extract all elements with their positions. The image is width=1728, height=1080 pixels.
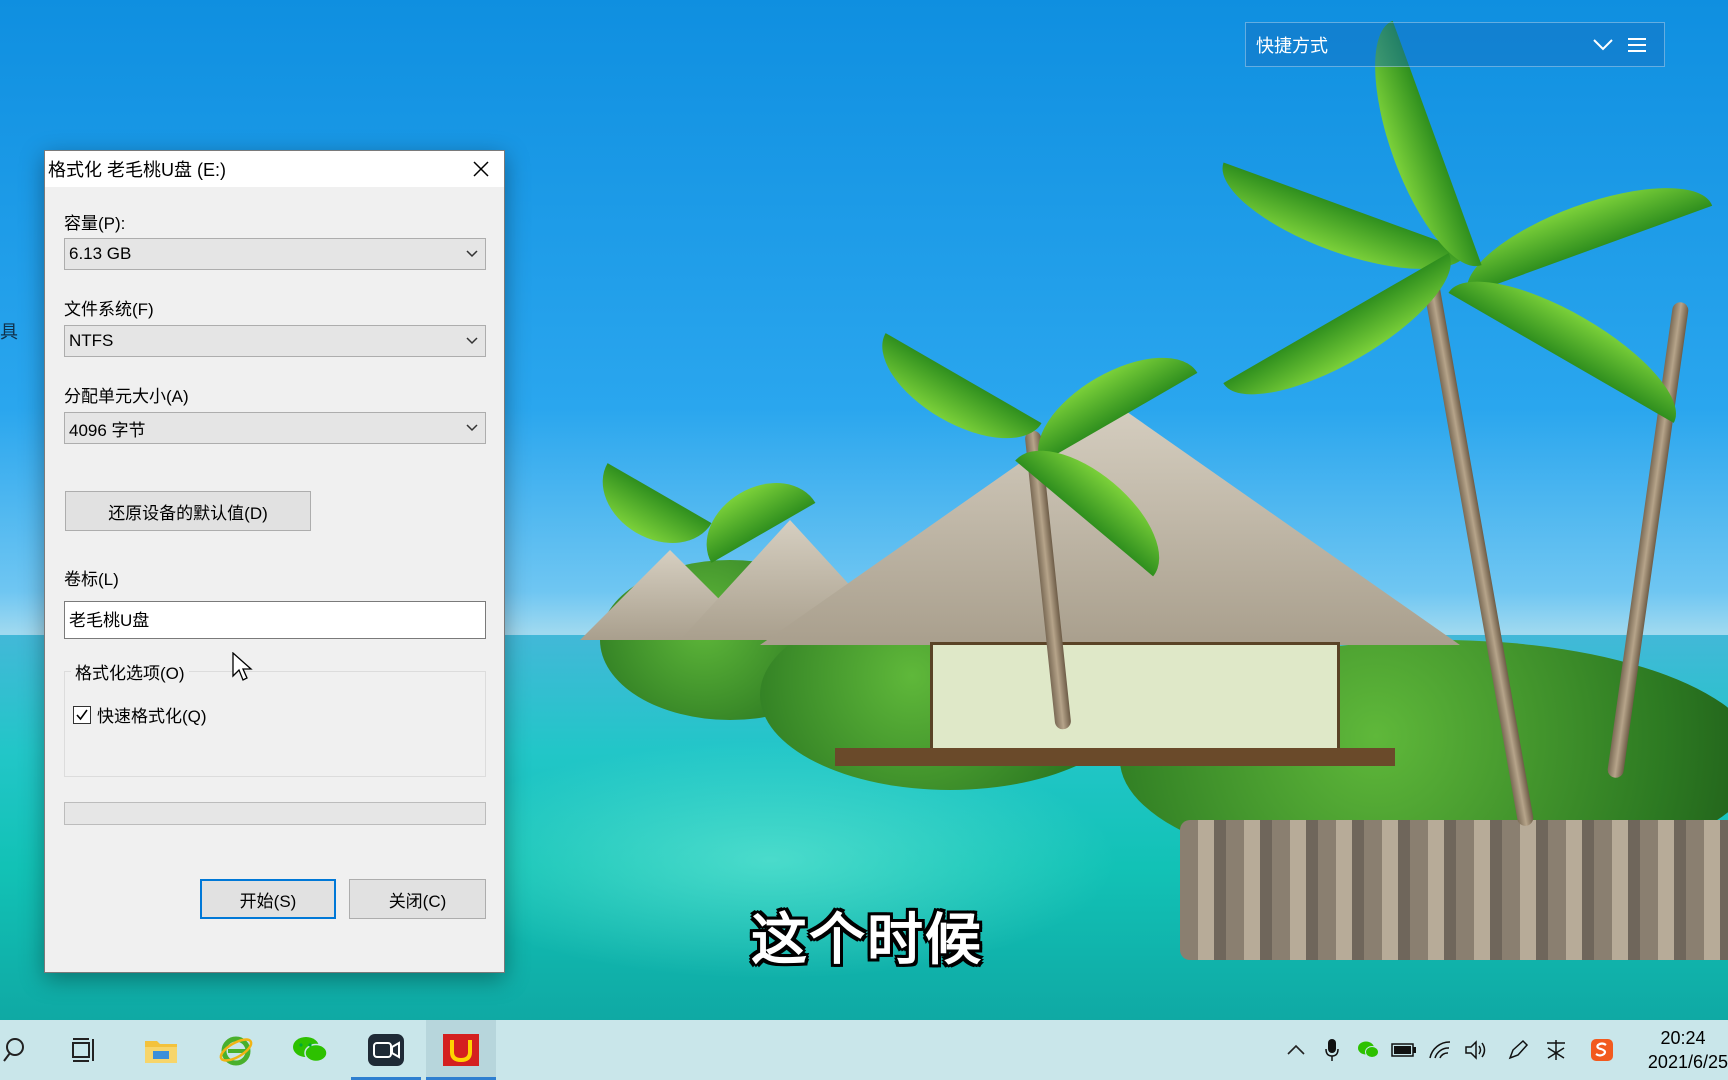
volume-label-input[interactable]: 老毛桃U盘 bbox=[64, 601, 486, 639]
chevron-down-icon bbox=[459, 413, 485, 443]
wechat-icon[interactable] bbox=[275, 1020, 345, 1080]
sogou-ime-icon[interactable] bbox=[1584, 1020, 1620, 1080]
file-system-select[interactable]: NTFS bbox=[64, 325, 486, 357]
allocation-unit-value: 4096 字节 bbox=[69, 420, 146, 440]
clock-date: 2021/6/25 bbox=[1647, 1052, 1728, 1072]
battery-icon[interactable] bbox=[1386, 1020, 1422, 1080]
file-explorer-icon[interactable] bbox=[126, 1020, 196, 1080]
mouse-cursor-icon bbox=[232, 652, 253, 681]
restore-defaults-button[interactable]: 还原设备的默认值(D) bbox=[65, 491, 311, 531]
start-button[interactable]: 开始(S) bbox=[200, 879, 336, 919]
hut-deck bbox=[835, 748, 1395, 766]
wechat-tray-icon[interactable] bbox=[1350, 1020, 1386, 1080]
menu-icon[interactable] bbox=[1620, 28, 1654, 62]
task-view-icon[interactable] bbox=[48, 1020, 118, 1080]
search-icon[interactable] bbox=[0, 1020, 50, 1080]
shortcut-bar[interactable]: 快捷方式 bbox=[1245, 22, 1665, 67]
volume-icon[interactable] bbox=[1458, 1020, 1494, 1080]
wifi-icon[interactable] bbox=[1422, 1020, 1458, 1080]
chevron-up-icon[interactable] bbox=[1278, 1020, 1314, 1080]
hut-wall bbox=[930, 642, 1340, 754]
video-subtitle: 这个时候 bbox=[751, 908, 983, 973]
close-button[interactable]: 关闭(C) bbox=[349, 879, 486, 919]
shortcut-bar-label: 快捷方式 bbox=[1256, 35, 1328, 56]
quick-format-option[interactable]: 快速格式化(Q) bbox=[73, 702, 207, 727]
chevron-down-icon bbox=[459, 239, 485, 269]
desktop-icon-label-fragment: 具 bbox=[0, 322, 18, 342]
system-clock[interactable]: 20:24 2021/6/25 bbox=[1638, 1026, 1728, 1074]
format-options-title: 格式化选项(O) bbox=[71, 659, 189, 684]
file-system-value: NTFS bbox=[69, 331, 114, 350]
taskbar: 20:24 2021/6/25 bbox=[0, 1020, 1728, 1080]
allocation-unit-select[interactable]: 4096 字节 bbox=[64, 412, 486, 444]
pen-icon[interactable] bbox=[1500, 1020, 1536, 1080]
allocation-unit-label: 分配单元大小(A) bbox=[64, 387, 189, 406]
chevron-down-icon[interactable] bbox=[1586, 28, 1620, 62]
laomaotao-icon[interactable] bbox=[426, 1020, 496, 1080]
chevron-down-icon bbox=[459, 326, 485, 356]
ie-browser-icon[interactable] bbox=[201, 1020, 271, 1080]
capacity-label: 容量(P): bbox=[64, 214, 126, 233]
close-icon[interactable] bbox=[458, 151, 504, 187]
capacity-value: 6.13 GB bbox=[69, 244, 132, 263]
stone-wall bbox=[1180, 820, 1728, 960]
video-meeting-icon[interactable] bbox=[351, 1020, 421, 1080]
quick-format-checkbox[interactable] bbox=[73, 705, 91, 724]
format-progress-bar bbox=[64, 802, 486, 825]
palm-frond bbox=[1452, 162, 1713, 295]
format-dialog: 格式化 老毛桃U盘 (E:) 容量(P): 6.13 GB 文件系统(F) NT… bbox=[44, 150, 505, 973]
quick-format-label: 快速格式化(Q) bbox=[97, 707, 207, 726]
dialog-titlebar[interactable]: 格式化 老毛桃U盘 (E:) bbox=[45, 151, 504, 187]
file-system-label: 文件系统(F) bbox=[64, 300, 154, 319]
microphone-icon[interactable] bbox=[1314, 1020, 1350, 1080]
dialog-title: 格式化 老毛桃U盘 (E:) bbox=[48, 160, 226, 180]
input-method-icon[interactable] bbox=[1538, 1020, 1574, 1080]
clock-time: 20:24 bbox=[1660, 1028, 1706, 1048]
palm-frond bbox=[584, 463, 712, 563]
capacity-select[interactable]: 6.13 GB bbox=[64, 238, 486, 270]
palm-frond bbox=[862, 333, 1042, 463]
volume-label-label: 卷标(L) bbox=[64, 570, 119, 589]
